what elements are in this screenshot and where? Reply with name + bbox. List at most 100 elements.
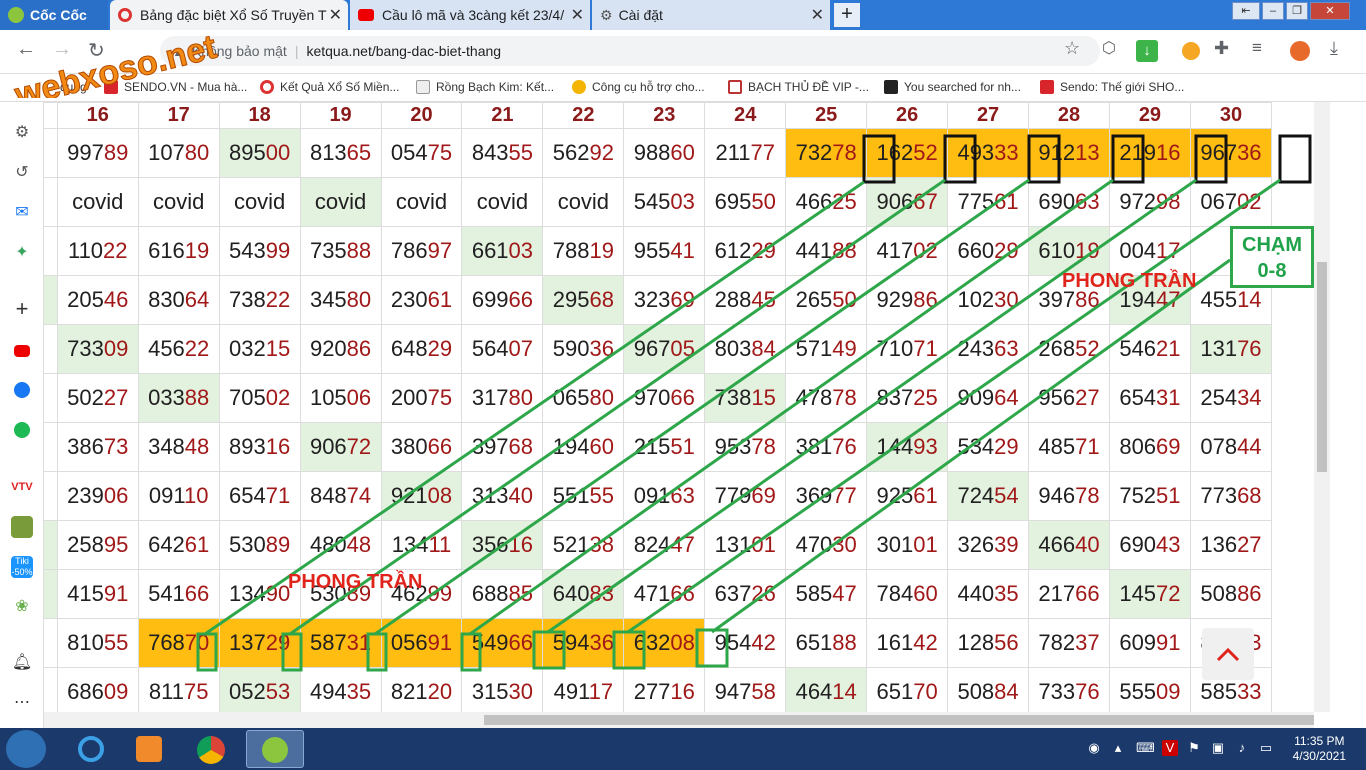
start-button[interactable] [6,730,46,768]
forward-icon[interactable]: → [52,38,72,61]
tab-cau-lo-ma[interactable]: Cầu lô mã và 3càng kết 23/4/ ✕ [350,0,590,30]
coccoc-taskbar-icon[interactable] [246,730,304,768]
device-tray-icon[interactable]: ▣ [1210,740,1226,756]
loto-digits: 54 [994,483,1019,508]
spotify-icon[interactable] [14,422,30,438]
result-cell: 13176 [1189,324,1273,374]
youtube-icon[interactable] [14,345,30,357]
bookmark-item[interactable]: Rồng Bạch Kim: Kết... [416,80,554,94]
prefix-digits: 690 [1038,189,1076,214]
scroll-thumb[interactable] [484,715,1314,725]
result-cell: 61229 [704,226,787,276]
tab-search-button[interactable]: ⇤ [1232,2,1260,20]
prefix-digits: 200 [390,385,428,410]
result-cell: 83064 [137,275,220,325]
result-cell: 54166 [137,569,220,619]
maximize-button[interactable]: ❐ [1286,2,1308,20]
tab-bang-dac-biet[interactable]: Bảng đặc biệt Xổ Số Truyền T ✕ [110,0,348,30]
game-icon[interactable]: ✦ [11,242,33,264]
reload-icon[interactable]: ↻ [88,38,105,63]
sendo-icon [1040,80,1054,94]
puzzle-icon[interactable]: ✚ [1214,38,1229,59]
close-tab-icon[interactable]: ✕ [811,5,824,25]
close-tab-icon[interactable]: ✕ [571,5,584,25]
keyboard-tray-icon[interactable]: ⌨ [1136,740,1155,756]
close-window-button[interactable]: ✕ [1310,2,1350,20]
facebook-icon[interactable] [14,382,30,398]
game-thumbnail-icon[interactable] [11,516,33,538]
prefix-digits: 813 [309,140,347,165]
result-cell: 09163 [623,471,706,521]
media-player-taskbar-icon[interactable] [120,730,178,768]
result-cell: 46414 [785,667,868,712]
chrome-taskbar-icon[interactable] [182,730,240,768]
volume-tray-icon[interactable]: ♪ [1234,740,1250,756]
url-text[interactable]: ketqua.net/bang-dac-biet-thang [306,43,501,59]
more-icon[interactable]: ⋯ [11,692,33,714]
bookmark-item[interactable]: SENDO.VN - Mua hà... [104,80,247,94]
back-icon[interactable]: ← [16,38,36,61]
download-helper-icon[interactable]: ↓ [1136,40,1158,62]
ie-taskbar-icon[interactable] [62,730,120,768]
url-box[interactable]: ▲ Không bảo mật | ketqua.net/bang-dac-bi… [160,36,1100,66]
vertical-scrollbar[interactable] [1314,102,1330,712]
leaf-icon[interactable]: ❀ [11,596,33,618]
warning-icon: ▲ [172,43,186,59]
tab-settings[interactable]: ⚙ Cài đặt ✕ [592,0,830,30]
add-icon[interactable]: + [11,298,33,320]
loto-digits: 48 [184,434,210,459]
loto-digits: 16 [670,679,695,704]
prefix-digits: 067 [1200,189,1238,214]
tiki-icon[interactable]: Tiki -50% [11,556,33,578]
result-cell: 92086 [299,324,382,374]
result-cell: 55155 [542,471,625,521]
vtv-go-icon[interactable]: VTV [11,476,33,498]
system-clock[interactable]: 11:35 PM 4/30/2021 [1293,734,1346,764]
settings-icon[interactable]: ⚙ [11,122,33,144]
horizontal-scrollbar[interactable] [44,712,1314,728]
zalo-tray-icon[interactable]: ◉ [1086,740,1102,756]
minimize-button[interactable]: – [1262,2,1284,20]
scroll-top-button[interactable] [1202,628,1254,680]
result-cell: 98860 [623,128,706,178]
bookmark-item[interactable]: You searched for nh... [884,80,1021,94]
bookmark-star-icon[interactable]: ☆ [1064,38,1080,59]
profile-avatar[interactable] [1290,41,1310,61]
browser-brand[interactable]: Cốc Cốc [0,0,108,30]
bookmark-item[interactable]: dụng [60,80,87,94]
result-cell: 95442 [704,618,787,668]
bookmark-item[interactable]: BẠCH THỦ ĐỀ VIP -... [728,80,869,94]
prefix-digits: 775 [957,189,995,214]
loto-digits: 11 [428,532,452,557]
prefix-digits: 810 [67,630,104,655]
close-tab-icon[interactable]: ✕ [329,5,342,25]
network-tray-icon[interactable]: ▴ [1110,740,1126,756]
new-tab-button[interactable]: + [834,3,860,27]
bookmark-item[interactable]: Sendo: Thế giới SHO... [1040,80,1184,94]
bell-icon[interactable]: 🔔︎ [11,652,33,674]
downloads-icon[interactable]: ⤓ [1330,38,1338,59]
vietkey-tray-icon[interactable]: V [1162,740,1178,756]
prefix-digits: 295 [552,287,590,312]
messenger-icon[interactable]: ✉ [11,202,33,224]
bookmark-item[interactable]: Kết Quả Xổ Số Miền... [260,80,399,94]
history-icon[interactable]: ↺ [11,162,33,184]
flag-tray-icon[interactable]: ⚑ [1186,740,1202,756]
loto-digits: 77 [750,140,776,165]
playlist-icon[interactable]: ≡ [1252,38,1262,58]
action-center-icon[interactable]: ▭ [1258,740,1274,756]
prefix-digits: 688 [471,581,509,606]
prefix-digits: 925 [876,483,914,508]
extension-icon[interactable]: ⬡ [1102,38,1116,58]
result-cell: 11022 [56,226,139,276]
security-label[interactable]: Không bảo mật [192,43,287,59]
loto-digits: 39 [994,532,1019,557]
prefix-digits: 651 [876,679,914,704]
alert-icon[interactable] [1182,42,1200,60]
bookmark-item[interactable]: Công cụ hỗ trợ cho... [572,80,705,94]
scroll-thumb[interactable] [1317,262,1327,472]
cham-value: 0-8 [1257,260,1287,282]
loto-digits: 80 [508,385,534,410]
result-cell: 25434 [1189,373,1273,423]
prefix-digits: 466 [1038,532,1076,557]
